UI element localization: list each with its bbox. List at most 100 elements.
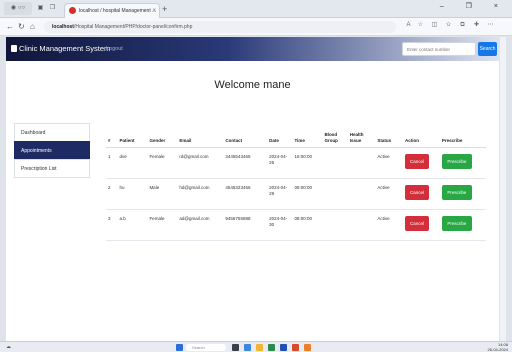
start-icon[interactable] [176, 344, 183, 351]
cell-blood-group [322, 178, 348, 210]
cell-blood-group [322, 209, 348, 241]
task-view-icon[interactable] [232, 344, 239, 351]
sidebar-item-appointments[interactable]: Appointments [14, 141, 90, 160]
url-path: /Hospital Management/PHP/doctor-panel/co… [73, 24, 193, 30]
cell-health-issue [347, 178, 376, 210]
split-screen-icon[interactable]: ◫ [430, 21, 439, 30]
cell-contact: 3445543465 [223, 147, 268, 179]
system-clock[interactable]: 14:08 26-04-2024 [488, 342, 508, 352]
browser-tab[interactable]: localhost / hospital Management ... × [64, 3, 160, 18]
cell-id: 3 [106, 209, 118, 241]
home-icon[interactable]: ⌂ [30, 21, 35, 33]
cell-id: 2 [106, 178, 118, 210]
cell-prescribe: Prescribe [439, 147, 486, 179]
workspaces-icon[interactable]: ▣ [36, 2, 45, 15]
taskbar-search[interactable]: Search [186, 344, 226, 351]
cell-prescribe: Prescribe [439, 209, 486, 241]
col-header-contact: Contact [223, 127, 268, 148]
favorite-icon[interactable]: ☆ [416, 21, 425, 30]
welcome-heading: Welcome mane [214, 79, 291, 91]
logout-link[interactable]: Logout [106, 43, 123, 55]
vertical-scrollbar[interactable] [500, 37, 506, 341]
store-icon[interactable] [268, 344, 275, 351]
sidebar-item-prescription-list[interactable]: Prescription List [14, 159, 90, 178]
search-button[interactable]: Search [478, 42, 497, 56]
tab-favicon-icon [69, 7, 76, 14]
prescribe-button[interactable]: Prescribe [441, 184, 472, 200]
clinic-logo-icon [11, 45, 17, 52]
cell-patient: a.b [117, 209, 148, 241]
os-taskbar: ☁ Search 14:08 26-04-2024 [0, 341, 512, 352]
brand[interactable]: Clinic Management System [11, 43, 110, 55]
cell-patient: hu [117, 178, 148, 210]
tab-title: localhost / hospital Management ... [79, 8, 157, 14]
appointments-table: # Patient Gender Email Contact Date Time… [106, 127, 486, 241]
col-header-id: # [106, 127, 118, 148]
xampp-icon[interactable] [304, 344, 311, 351]
col-header-status: Status [375, 127, 404, 148]
new-tab-button[interactable]: + [162, 3, 167, 15]
weather-icon[interactable]: ☁ [6, 344, 13, 351]
brand-title: Clinic Management System [19, 44, 111, 53]
col-header-health-issue: Health Issue [347, 127, 376, 148]
cell-email: hd@gmail.com [177, 178, 224, 210]
cell-action: Cancel [403, 209, 440, 241]
table-row: 1 dve Female rd@gmail.com 3445543465 202… [106, 147, 486, 179]
tab-actions-icon[interactable]: ❐ [48, 2, 57, 15]
cancel-button[interactable]: Cancel [405, 215, 430, 231]
cell-prescribe: Prescribe [439, 178, 486, 210]
file-explorer-icon[interactable] [256, 344, 263, 351]
cell-date: 2024-04-29 [267, 178, 293, 210]
prescribe-button[interactable]: Prescribe [441, 153, 472, 169]
col-header-gender: Gender [147, 127, 178, 148]
cell-gender: Female [147, 209, 178, 241]
cell-time: 08:00:00 [292, 178, 323, 210]
cell-status: Active [375, 178, 404, 210]
extensions-icon[interactable]: ✚ [472, 21, 481, 30]
cell-status: Active [375, 209, 404, 241]
cell-action: Cancel [403, 147, 440, 179]
col-header-time: Time [292, 127, 323, 148]
tab-close-icon[interactable]: × [152, 4, 156, 18]
profile-button[interactable]: ◉ ○○ [4, 2, 32, 15]
edge-taskbar-icon[interactable] [244, 344, 251, 351]
cell-action: Cancel [403, 178, 440, 210]
col-header-patient: Patient [117, 127, 148, 148]
cell-email: rd@gmail.com [177, 147, 224, 179]
sidebar-item-dashboard[interactable]: Dashboard [14, 123, 90, 142]
favorites-icon[interactable]: ✩ [444, 21, 453, 30]
browser-tab-bar: ◉ ○○ ▣ ❐ localhost / hospital Management… [0, 0, 512, 18]
cell-gender: Female [147, 147, 178, 179]
contact-search-input[interactable] [402, 42, 476, 56]
col-header-action: Action [403, 127, 440, 148]
table-header-row: # Patient Gender Email Contact Date Time… [106, 127, 486, 148]
cell-contact: 9456756888 [223, 209, 268, 241]
collections-icon[interactable]: ⧉ [458, 21, 467, 30]
vscode-icon[interactable] [280, 344, 287, 351]
cell-contact: 4545323456 [223, 178, 268, 210]
cell-date: 2024-04-30 [267, 209, 293, 241]
clinic-app: Clinic Management System Logout Search W… [6, 37, 499, 341]
more-menu-icon[interactable]: ⋯ [486, 21, 495, 30]
top-navbar: Clinic Management System Logout Search [6, 37, 499, 61]
cell-id: 1 [106, 147, 118, 179]
col-header-blood-group: Blood Group [322, 127, 348, 148]
window-controls[interactable]: – ❐ × [440, 2, 508, 10]
table-row: 3 a.b Female ad@gmail.com 9456756888 202… [106, 209, 486, 241]
url-field[interactable]: localhost/Hospital Management/PHP/doctor… [44, 21, 396, 33]
prescribe-button[interactable]: Prescribe [441, 215, 472, 231]
cell-patient: dve [117, 147, 148, 179]
cancel-button[interactable]: Cancel [405, 184, 430, 200]
table-row: 2 hu Male hd@gmail.com 4545323456 2024-0… [106, 178, 486, 210]
cell-health-issue [347, 147, 376, 179]
browser-address-bar: ← ↻ ⌂ localhost/Hospital Management/PHP/… [0, 18, 512, 36]
read-aloud-icon[interactable]: A [404, 21, 413, 30]
col-header-prescribe: Prescribe [439, 127, 486, 148]
chrome-icon[interactable] [292, 344, 299, 351]
refresh-icon[interactable]: ↻ [18, 21, 25, 33]
sidebar: Dashboard Appointments Prescription List [14, 123, 90, 178]
cancel-button[interactable]: Cancel [405, 153, 430, 169]
cell-health-issue [347, 209, 376, 241]
back-icon[interactable]: ← [6, 21, 14, 33]
cell-email: ad@gmail.com [177, 209, 224, 241]
